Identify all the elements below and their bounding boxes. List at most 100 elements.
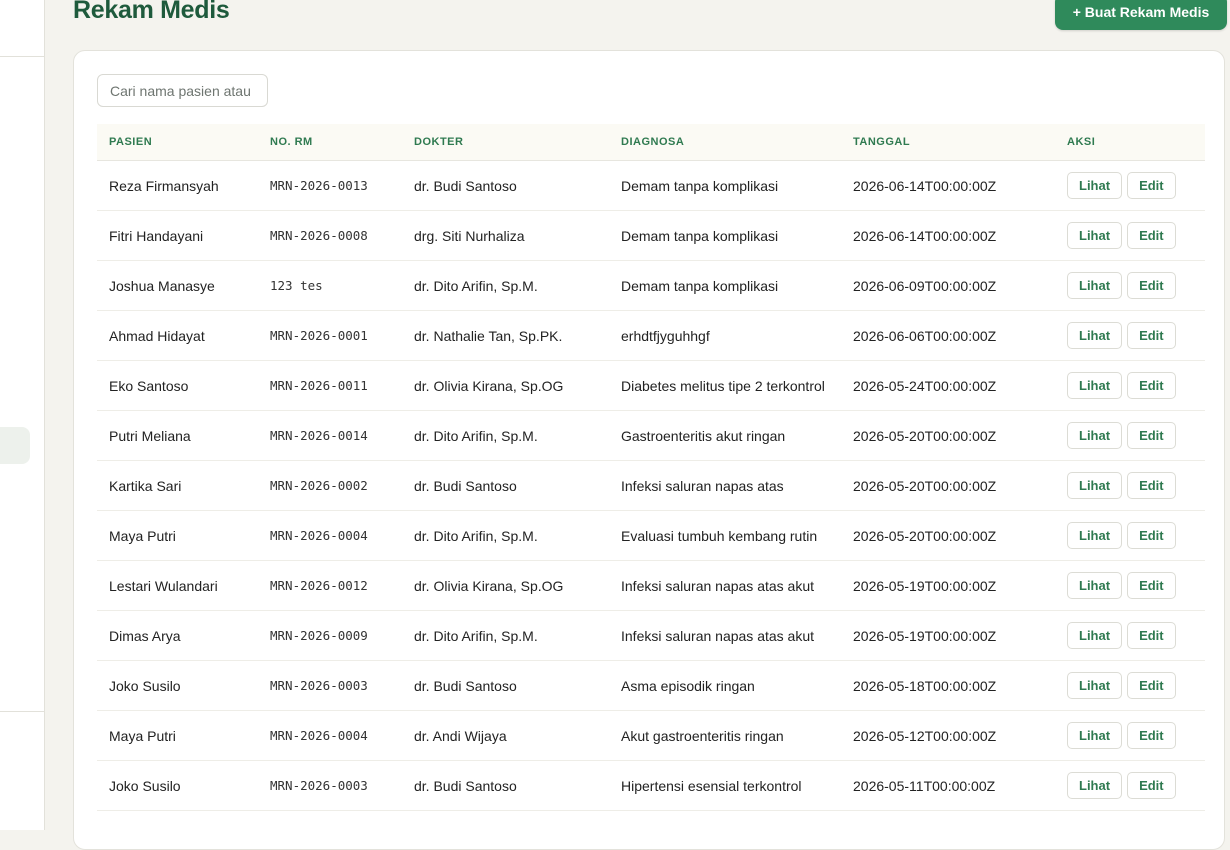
diagnosis-cell: Infeksi saluran napas atas <box>609 460 841 511</box>
diagnosis-cell: Infeksi saluran napas atas akut <box>609 560 841 611</box>
patient-name-cell: Putri Meliana <box>97 410 258 461</box>
record-number-cell: MRN-2026-0012 <box>258 560 402 611</box>
record-number-cell: MRN-2026-0013 <box>258 160 402 211</box>
table-row[interactable]: Lestari Wulandari MRN-2026-0012 dr. Olivia… <box>97 560 1205 611</box>
date-cell: 2026-06-14T00:00:00Z <box>841 210 1055 261</box>
edit-button[interactable]: Edit <box>1127 772 1176 799</box>
table-row[interactable]: Joko Susilo MRN-2026-0003 dr. Budi Santoso… <box>97 760 1205 811</box>
actions-cell: Lihat Edit <box>1055 460 1205 511</box>
view-button[interactable]: Lihat <box>1067 322 1123 349</box>
edit-button[interactable]: Edit <box>1127 372 1176 399</box>
column-header-tanggal[interactable]: TANGGAL <box>841 124 1055 161</box>
table-row[interactable]: Dimas Arya MRN-2026-0009 dr. Dito Arifin, … <box>97 610 1205 661</box>
patient-name-cell: Joshua Manasye <box>97 260 258 311</box>
patient-name-cell: Kartika Sari <box>97 460 258 511</box>
record-number-cell: MRN-2026-0004 <box>258 710 402 761</box>
view-button[interactable]: Lihat <box>1067 422 1123 449</box>
records-card: PASIEN NO. RM DOKTER DIAGNOSA TANGGAL AK… <box>73 50 1225 850</box>
date-cell: 2026-05-18T00:00:00Z <box>841 660 1055 711</box>
date-cell: 2026-05-20T00:00:00Z <box>841 510 1055 561</box>
edit-button[interactable]: Edit <box>1127 522 1176 549</box>
search-input[interactable] <box>97 74 268 107</box>
edit-button[interactable]: Edit <box>1127 622 1176 649</box>
view-button[interactable]: Lihat <box>1067 522 1123 549</box>
view-button[interactable]: Lihat <box>1067 572 1123 599</box>
table-row[interactable]: Putri Meliana MRN-2026-0014 dr. Dito Arifi… <box>97 410 1205 461</box>
date-cell: 2026-05-11T00:00:00Z <box>841 760 1055 811</box>
table-row[interactable]: Reza Firmansyah MRN-2026-0013 dr. Budi San… <box>97 160 1205 211</box>
view-button[interactable]: Lihat <box>1067 272 1123 299</box>
date-cell: 2026-05-19T00:00:00Z <box>841 610 1055 661</box>
date-cell: 2026-05-19T00:00:00Z <box>841 560 1055 611</box>
doctor-cell: dr. Budi Santoso <box>402 660 609 711</box>
view-button[interactable]: Lihat <box>1067 672 1123 699</box>
table-row[interactable]: Joko Susilo MRN-2026-0003 dr. Budi Santoso… <box>97 660 1205 711</box>
actions-cell: Lihat Edit <box>1055 310 1205 361</box>
actions-cell: Lihat Edit <box>1055 410 1205 461</box>
actions-cell: Lihat Edit <box>1055 760 1205 811</box>
date-cell: 2026-06-06T00:00:00Z <box>841 310 1055 361</box>
doctor-cell: drg. Siti Nurhaliza <box>402 210 609 261</box>
sidebar <box>0 0 45 830</box>
view-button[interactable]: Lihat <box>1067 172 1123 199</box>
diagnosis-cell: Gastroenteritis akut ringan <box>609 410 841 461</box>
view-button[interactable]: Lihat <box>1067 772 1123 799</box>
edit-button[interactable]: Edit <box>1127 272 1176 299</box>
sidebar-item-active[interactable] <box>0 427 30 464</box>
edit-button[interactable]: Edit <box>1127 422 1176 449</box>
date-cell: 2026-05-20T00:00:00Z <box>841 410 1055 461</box>
record-number-cell: MRN-2026-0008 <box>258 210 402 261</box>
diagnosis-cell: Hipertensi esensial terkontrol <box>609 760 841 811</box>
edit-button[interactable]: Edit <box>1127 322 1176 349</box>
date-cell: 2026-05-20T00:00:00Z <box>841 460 1055 511</box>
patient-name-cell: Eko Santoso <box>97 360 258 411</box>
actions-cell: Lihat Edit <box>1055 360 1205 411</box>
doctor-cell: dr. Dito Arifin, Sp.M. <box>402 260 609 311</box>
doctor-cell: dr. Olivia Kirana, Sp.OG <box>402 560 609 611</box>
table-row[interactable]: Ahmad Hidayat MRN-2026-0001 dr. Nathalie T… <box>97 310 1205 361</box>
doctor-cell: dr. Olivia Kirana, Sp.OG <box>402 360 609 411</box>
edit-button[interactable]: Edit <box>1127 722 1176 749</box>
doctor-cell: dr. Budi Santoso <box>402 460 609 511</box>
actions-cell: Lihat Edit <box>1055 710 1205 761</box>
table-row[interactable]: Joshua Manasye 123 tes dr. Dito Arifin, Sp… <box>97 260 1205 311</box>
record-number-cell: MRN-2026-0002 <box>258 460 402 511</box>
column-header-diagnosa[interactable]: DIAGNOSA <box>609 124 841 161</box>
record-number-cell: MRN-2026-0001 <box>258 310 402 361</box>
patient-name-cell: Lestari Wulandari <box>97 560 258 611</box>
view-button[interactable]: Lihat <box>1067 472 1123 499</box>
diagnosis-cell: Demam tanpa komplikasi <box>609 160 841 211</box>
view-button[interactable]: Lihat <box>1067 622 1123 649</box>
diagnosis-cell: Demam tanpa komplikasi <box>609 210 841 261</box>
column-header-pasien[interactable]: PASIEN <box>97 124 258 161</box>
sidebar-divider <box>0 711 44 712</box>
create-record-button[interactable]: + Buat Rekam Medis <box>1055 0 1227 30</box>
edit-button[interactable]: Edit <box>1127 222 1176 249</box>
date-cell: 2026-05-12T00:00:00Z <box>841 710 1055 761</box>
diagnosis-cell: Akut gastroenteritis ringan <box>609 710 841 761</box>
table-header-row: PASIEN NO. RM DOKTER DIAGNOSA TANGGAL AK… <box>97 124 1205 161</box>
actions-cell: Lihat Edit <box>1055 210 1205 261</box>
doctor-cell: dr. Dito Arifin, Sp.M. <box>402 410 609 461</box>
edit-button[interactable]: Edit <box>1127 472 1176 499</box>
records-table: PASIEN NO. RM DOKTER DIAGNOSA TANGGAL AK… <box>97 124 1205 811</box>
doctor-cell: dr. Andi Wijaya <box>402 710 609 761</box>
view-button[interactable]: Lihat <box>1067 222 1123 249</box>
view-button[interactable]: Lihat <box>1067 372 1123 399</box>
table-row[interactable]: Kartika Sari MRN-2026-0002 dr. Budi Santos… <box>97 460 1205 511</box>
edit-button[interactable]: Edit <box>1127 572 1176 599</box>
diagnosis-cell: Asma episodik ringan <box>609 660 841 711</box>
table-row[interactable]: Eko Santoso MRN-2026-0011 dr. Olivia Kiran… <box>97 360 1205 411</box>
date-cell: 2026-06-14T00:00:00Z <box>841 160 1055 211</box>
column-header-no-rm[interactable]: NO. RM <box>258 124 402 161</box>
view-button[interactable]: Lihat <box>1067 722 1123 749</box>
edit-button[interactable]: Edit <box>1127 672 1176 699</box>
edit-button[interactable]: Edit <box>1127 172 1176 199</box>
record-number-cell: MRN-2026-0009 <box>258 610 402 661</box>
table-row[interactable]: Maya Putri MRN-2026-0004 dr. Dito Arifin, … <box>97 510 1205 561</box>
patient-name-cell: Ahmad Hidayat <box>97 310 258 361</box>
table-row[interactable]: Maya Putri MRN-2026-0004 dr. Andi Wijaya Ak… <box>97 710 1205 761</box>
diagnosis-cell: Evaluasi tumbuh kembang rutin <box>609 510 841 561</box>
column-header-dokter[interactable]: DOKTER <box>402 124 609 161</box>
table-row[interactable]: Fitri Handayani MRN-2026-0008 drg. Siti Nu… <box>97 210 1205 261</box>
